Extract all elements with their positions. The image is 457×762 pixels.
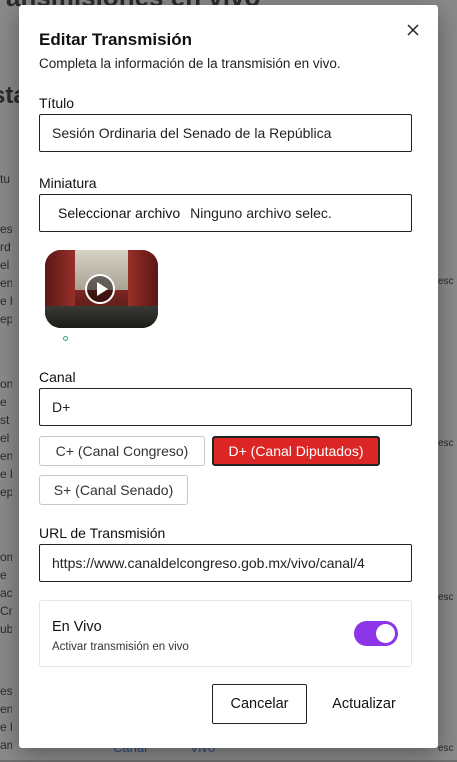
select-file-button[interactable]: Seleccionar archivo — [58, 205, 180, 221]
background-left-strip: esene lama — [0, 684, 12, 752]
title-label: Título — [39, 95, 75, 111]
background-right-strip: esc — [438, 438, 454, 449]
thumbnail-label: Miniatura — [39, 175, 97, 191]
thumbnail-preview[interactable] — [45, 250, 158, 328]
close-icon — [407, 24, 419, 36]
modal-title: Editar Transmisión — [39, 30, 193, 49]
thumbnail-indicator-dot — [63, 336, 68, 341]
channel-label: Canal — [39, 369, 76, 385]
close-button[interactable] — [402, 19, 424, 41]
background-right-strip: esc — [438, 743, 454, 754]
title-input[interactable] — [39, 114, 412, 152]
channel-option-s-plus[interactable]: S+ (Canal Senado) — [39, 475, 188, 505]
background-right-strip: esc — [438, 276, 454, 287]
live-toggle-card: En Vivo Activar transmisión en vivo — [39, 600, 412, 667]
file-status: Ninguno archivo selec. — [190, 205, 332, 221]
background-right-strip: esc — [438, 592, 454, 603]
update-button[interactable]: Actualizar — [319, 684, 409, 724]
play-icon — [85, 274, 115, 304]
url-input[interactable] — [39, 544, 412, 582]
cancel-button[interactable]: Cancelar — [212, 684, 307, 724]
channel-option-d-plus[interactable]: D+ (Canal Diputados) — [212, 436, 380, 466]
channel-input[interactable] — [39, 388, 412, 426]
modal-subtitle: Completa la información de la transmisió… — [39, 56, 341, 71]
background-left-strip: es rd el en e l ep — [0, 222, 12, 326]
url-label: URL de Transmisión — [39, 525, 166, 541]
background-left-strip: on e st el en e l ep — [0, 377, 12, 499]
background-left-strip: om e ac Cr ub — [0, 550, 12, 636]
thumbnail-file-input[interactable]: Seleccionar archivo Ninguno archivo sele… — [39, 194, 412, 232]
live-title: En Vivo — [52, 619, 102, 635]
live-description: Activar transmisión en vivo — [52, 641, 189, 653]
background-left-strip: tu — [0, 172, 11, 186]
toggle-knob — [376, 624, 395, 643]
channel-option-c-plus[interactable]: C+ (Canal Congreso) — [39, 436, 205, 466]
live-toggle[interactable] — [354, 621, 398, 646]
edit-stream-modal: Editar Transmisión Completa la informaci… — [19, 5, 438, 748]
